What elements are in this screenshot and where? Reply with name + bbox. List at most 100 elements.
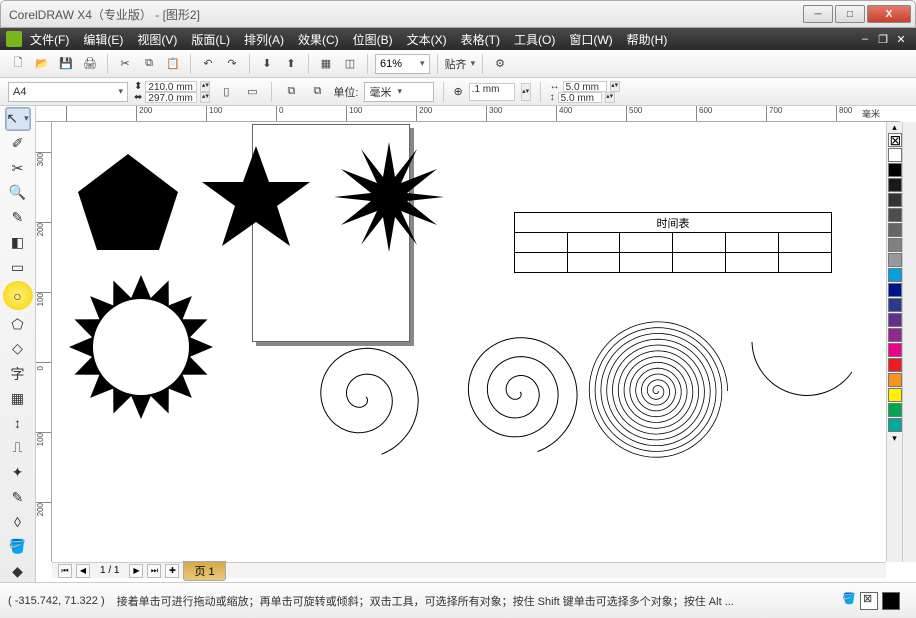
height-spinner[interactable]: ▴▾ — [200, 92, 210, 103]
outline-color-indicator[interactable] — [882, 592, 900, 610]
export-button[interactable]: ⬆ — [281, 54, 301, 74]
table-cell[interactable] — [673, 253, 726, 273]
first-page-button[interactable]: ⏮ — [58, 564, 72, 578]
close-button[interactable]: X — [867, 5, 911, 23]
no-fill-indicator[interactable]: ⊠ — [860, 592, 878, 610]
page-width-input[interactable]: 210.0 mm — [145, 81, 197, 92]
facing-pages-button[interactable]: ⧉ — [307, 82, 327, 102]
table-cell[interactable] — [673, 233, 726, 253]
menu-arrange[interactable]: 排列(A) — [244, 31, 284, 48]
ellipse-tool[interactable]: ○ — [3, 281, 33, 311]
table-cell[interactable] — [725, 253, 778, 273]
redo-button[interactable]: ↷ — [222, 54, 242, 74]
color-swatch[interactable] — [888, 163, 902, 177]
canvas[interactable]: 时间表 — [52, 122, 886, 562]
text-tool[interactable]: 字 — [6, 363, 30, 385]
shape-tool[interactable]: ✐ — [6, 133, 30, 155]
smart-fill-tool[interactable]: ◧ — [6, 231, 30, 253]
dense-spiral-shape[interactable] — [582, 316, 732, 466]
sunburst-shape[interactable] — [334, 142, 444, 252]
nudge-spinner[interactable]: ▴▾ — [521, 83, 531, 101]
spiral-shape-1[interactable] — [298, 332, 428, 462]
menu-edit[interactable]: 编辑(E) — [83, 31, 123, 48]
color-swatch[interactable] — [888, 373, 902, 387]
menu-text[interactable]: 文本(X) — [407, 31, 447, 48]
color-swatch[interactable] — [888, 238, 902, 252]
freehand-tool[interactable]: ✎ — [6, 207, 30, 229]
next-page-button[interactable]: ▶ — [129, 564, 143, 578]
last-page-button[interactable]: ⏭ — [147, 564, 161, 578]
color-swatch[interactable] — [888, 148, 902, 162]
snap-dropdown-arrow-icon[interactable]: ▾ — [471, 58, 476, 69]
menu-layout[interactable]: 版面(L) — [191, 31, 230, 48]
color-swatch[interactable] — [888, 178, 902, 192]
color-swatch[interactable] — [888, 403, 902, 417]
dup-y-input[interactable]: 5.0 mm — [558, 92, 602, 103]
welcome-button[interactable]: ◫ — [340, 54, 360, 74]
table-cell[interactable] — [778, 233, 831, 253]
no-fill-swatch[interactable]: ⊠ — [888, 133, 902, 147]
color-swatch[interactable] — [888, 283, 902, 297]
new-button[interactable]: 🗋 — [8, 54, 28, 74]
page-height-input[interactable]: 297.0 mm — [145, 92, 197, 103]
dup-x-input[interactable]: 5.0 mm — [563, 81, 607, 92]
menu-window[interactable]: 窗口(W) — [569, 31, 612, 48]
options-button[interactable]: ⚙ — [490, 54, 510, 74]
menu-file[interactable]: 文件(F) — [30, 31, 69, 48]
open-button[interactable]: 📂 — [32, 54, 52, 74]
menu-view[interactable]: 视图(V) — [137, 31, 177, 48]
portrait-button[interactable]: ▯ — [216, 82, 236, 102]
unit-select[interactable]: 毫米 — [364, 82, 434, 102]
paper-size-select[interactable]: A4 — [8, 82, 128, 102]
dup-y-spinner[interactable]: ▴▾ — [605, 92, 615, 103]
doc-restore-button[interactable]: ❐ — [874, 33, 892, 46]
table-cell[interactable] — [515, 233, 568, 253]
interactive-tool[interactable]: ✦ — [6, 462, 30, 484]
dimension-tool[interactable]: ↕ — [6, 412, 30, 434]
menu-tools[interactable]: 工具(O) — [514, 31, 555, 48]
polygon-tool[interactable]: ⬠ — [6, 313, 30, 335]
width-spinner[interactable]: ▴▾ — [200, 81, 210, 92]
add-page-button[interactable]: ✚ — [165, 564, 179, 578]
pick-tool[interactable]: ↖ — [6, 108, 30, 130]
color-swatch[interactable] — [888, 313, 902, 327]
menu-effects[interactable]: 效果(C) — [298, 31, 339, 48]
star-shape[interactable] — [202, 146, 310, 250]
table-cell[interactable] — [620, 233, 673, 253]
table-cell[interactable] — [778, 253, 831, 273]
color-swatch[interactable] — [888, 358, 902, 372]
spiral-shape-2[interactable] — [446, 320, 586, 460]
color-swatch[interactable] — [888, 223, 902, 237]
doc-close-button[interactable]: ✕ — [892, 33, 910, 46]
vertical-scrollbar[interactable] — [902, 122, 916, 562]
crop-tool[interactable]: ✂ — [6, 157, 30, 179]
table-cell[interactable] — [567, 233, 620, 253]
table-cell[interactable] — [620, 253, 673, 273]
table-cell[interactable] — [725, 233, 778, 253]
table-cell[interactable] — [567, 253, 620, 273]
maximize-button[interactable]: □ — [835, 5, 865, 23]
interactive-fill-tool[interactable]: ◆ — [6, 560, 30, 582]
menu-table[interactable]: 表格(T) — [461, 31, 500, 48]
horizontal-scrollbar[interactable]: ⏮ ◀ 1 / 1 ▶ ⏭ ✚ 页 1 — [52, 562, 886, 578]
doc-minimize-button[interactable]: – — [856, 33, 874, 45]
color-swatch[interactable] — [888, 253, 902, 267]
arc-shape[interactable] — [742, 332, 862, 452]
color-swatch[interactable] — [888, 343, 902, 357]
page-tab[interactable]: 页 1 — [183, 561, 225, 581]
horizontal-ruler[interactable]: 2001000100200300400500600700800 — [36, 106, 900, 122]
color-swatch[interactable] — [888, 268, 902, 282]
color-swatch[interactable] — [888, 328, 902, 342]
nudge-input[interactable]: .1 mm — [469, 83, 515, 101]
app-launcher-button[interactable]: ▦ — [316, 54, 336, 74]
dup-x-spinner[interactable]: ▴▾ — [610, 81, 620, 92]
pentagon-shape[interactable] — [78, 154, 178, 250]
palette-scroll-down[interactable]: ▾ — [887, 433, 902, 444]
menu-bitmap[interactable]: 位图(B) — [353, 31, 393, 48]
color-swatch[interactable] — [888, 208, 902, 222]
import-button[interactable]: ⬇ — [257, 54, 277, 74]
color-swatch[interactable] — [888, 298, 902, 312]
minimize-button[interactable]: ─ — [803, 5, 833, 23]
menu-help[interactable]: 帮助(H) — [627, 31, 668, 48]
prev-page-button[interactable]: ◀ — [76, 564, 90, 578]
